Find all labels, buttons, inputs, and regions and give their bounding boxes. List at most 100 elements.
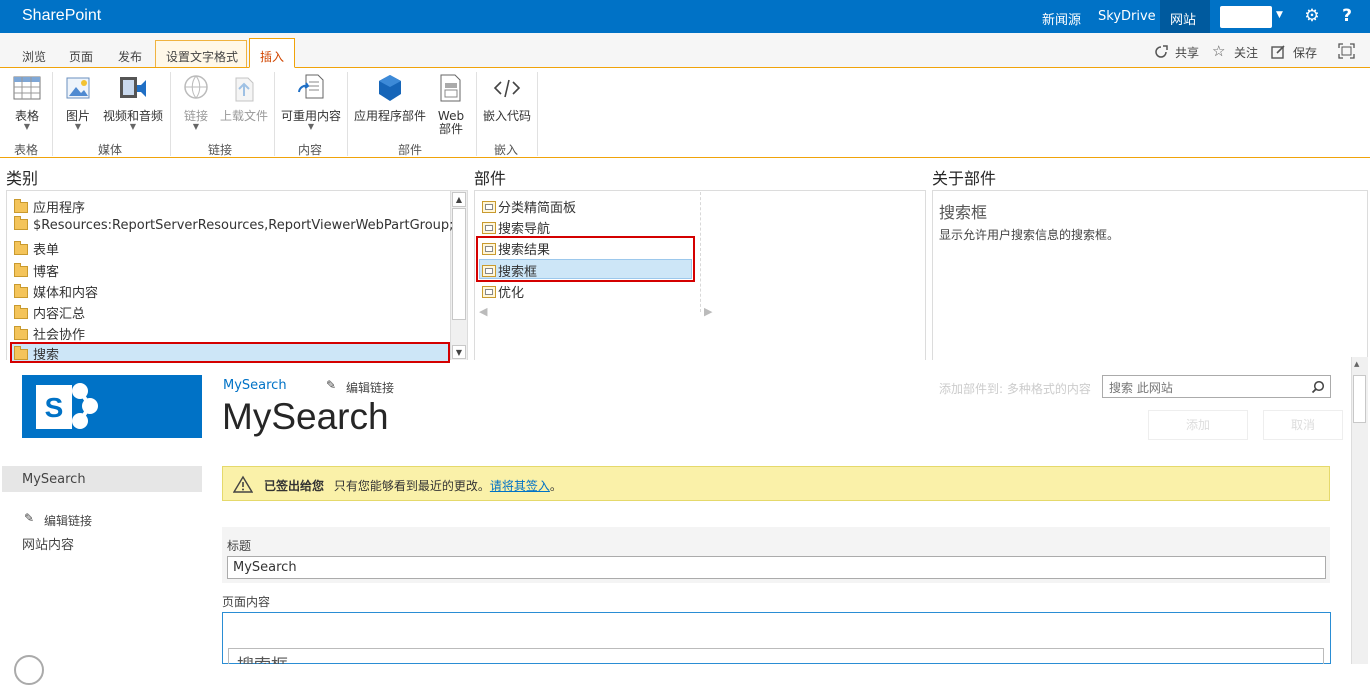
part-item[interactable]: 优化 (482, 282, 524, 302)
folder-icon (14, 241, 28, 255)
focus-content-icon[interactable] (1338, 43, 1355, 59)
folder-icon (14, 284, 28, 298)
ribbon-group-divider (347, 72, 348, 156)
upload-file-label: 上载文件 (219, 109, 268, 123)
title-input-value: MySearch (233, 560, 297, 575)
pencil-icon: ✎ (326, 378, 337, 392)
settings-gear-icon[interactable]: ⚙ (1302, 6, 1322, 26)
cancel-button[interactable]: 取消 (1263, 410, 1343, 440)
insert-video-audio-button[interactable]: 视频和音频 ▼ (101, 72, 165, 131)
help-icon[interactable]: ? (1337, 6, 1357, 26)
embed-code-button[interactable]: 嵌入代码 (480, 72, 534, 123)
insert-link-button[interactable]: 链接 ▼ (176, 72, 216, 131)
checkout-status-text: 已签出给您 只有您能够看到最近的更改。请将其签入。 (264, 477, 562, 494)
web-part-button[interactable]: Web 部件 (431, 72, 471, 135)
category-item[interactable]: 社会协作 (14, 324, 85, 344)
category-item[interactable]: 内容汇总 (14, 303, 85, 323)
save-button[interactable]: 保存 (1293, 44, 1317, 61)
tab-browse[interactable]: 浏览 (22, 48, 46, 65)
sharepoint-logo-icon: S (36, 383, 98, 429)
picture-icon (66, 77, 90, 99)
category-item[interactable]: 表单 (14, 239, 59, 259)
category-item[interactable]: 应用程序 (14, 197, 85, 217)
insert-picture-button[interactable]: 图片 ▼ (58, 72, 98, 131)
chevron-down-icon: ▼ (74, 122, 82, 131)
part-item[interactable]: 搜索导航 (482, 218, 550, 238)
reusable-content-button[interactable]: 可重用内容 ▼ (278, 72, 344, 131)
tab-insert[interactable]: 插入 (260, 48, 284, 65)
site-search-box[interactable] (1102, 375, 1331, 398)
edit-links-top[interactable]: 编辑链接 (346, 379, 394, 396)
suite-link-newsfeed[interactable]: 新闻源 (1042, 9, 1081, 28)
accessibility-icon (14, 655, 44, 685)
scroll-down-arrow-icon[interactable]: ▼ (452, 345, 466, 359)
page-scroll-thumb[interactable] (1353, 375, 1366, 423)
tab-format-text[interactable]: 设置文字格式 (166, 48, 238, 65)
embed-code-label: 嵌入代码 (482, 109, 531, 123)
site-search-input[interactable] (1107, 377, 1311, 398)
left-nav-edit-links[interactable]: 编辑链接 (44, 512, 92, 529)
upload-icon (235, 77, 254, 102)
user-menu[interactable] (1220, 6, 1272, 28)
group-label-media: 媒体 (97, 143, 122, 157)
chevron-down-icon: ▼ (307, 122, 315, 131)
embed-code-icon (493, 79, 521, 98)
page-scroll-up-icon[interactable]: ▲ (1354, 360, 1359, 368)
about-part-description: 显示允许用户搜索信息的搜索框。 (939, 228, 1120, 242)
about-part-heading: 关于部件 (932, 169, 997, 188)
suite-link-sites[interactable]: 网站 (1170, 9, 1196, 28)
web-part-icon (482, 201, 496, 213)
part-item[interactable]: 分类精简面板 (482, 197, 576, 217)
page-right-arrow-icon[interactable]: ▶ (704, 305, 712, 318)
follow-star-icon[interactable]: ☆ (1212, 42, 1225, 60)
categories-scroll-thumb[interactable] (452, 208, 466, 320)
category-item[interactable]: 博客 (14, 261, 59, 281)
category-label: 社会协作 (33, 328, 86, 343)
ribbon-group-divider (476, 72, 477, 156)
title-input[interactable]: MySearch (227, 556, 1326, 579)
add-button[interactable]: 添加 (1148, 410, 1248, 440)
chevron-down-icon: ▼ (129, 122, 137, 131)
video-audio-icon (120, 77, 146, 98)
category-label: 内容汇总 (33, 307, 86, 322)
save-icon[interactable] (1271, 44, 1286, 59)
tab-page[interactable]: 页面 (69, 48, 93, 65)
folder-icon (14, 263, 28, 277)
web-part-title: 搜索框 (237, 651, 288, 664)
left-nav-item-mysearch[interactable]: MySearch (22, 472, 86, 487)
scroll-up-arrow-icon[interactable]: ▲ (452, 192, 466, 207)
upload-file-button[interactable]: 上载文件 (218, 72, 270, 123)
checkout-status-message: 只有您能够看到最近的更改。 (333, 479, 490, 493)
add-part-to-label: 添加部件到: 多种格式的内容 (939, 382, 1091, 396)
web-part-label-line2: 部件 (438, 122, 463, 136)
about-part-panel (932, 190, 1368, 360)
group-label-content: 内容 (297, 143, 322, 157)
search-box-web-part[interactable]: 搜索框 (228, 648, 1324, 664)
tab-publish[interactable]: 发布 (118, 48, 142, 65)
category-label: 应用程序 (33, 201, 86, 216)
suite-link-skydrive[interactable]: SkyDrive (1098, 9, 1156, 24)
page-left-arrow-icon[interactable]: ◀ (479, 305, 487, 318)
follow-button[interactable]: 关注 (1234, 44, 1258, 61)
folder-icon (14, 216, 28, 230)
app-part-button[interactable]: 应用程序部件 (352, 72, 428, 123)
brand-logo[interactable]: SharePoint (22, 7, 101, 25)
left-nav-site-contents[interactable]: 网站内容 (22, 534, 74, 553)
search-icon[interactable] (1311, 380, 1325, 394)
category-label: 表单 (33, 243, 60, 258)
site-logo[interactable]: S (22, 375, 202, 438)
part-label: 优化 (498, 286, 525, 301)
reusable-content-icon (298, 74, 324, 99)
parts-column-divider (700, 192, 701, 312)
page-title: MySearch (222, 396, 389, 437)
breadcrumb-site[interactable]: MySearch (223, 378, 287, 393)
share-icon[interactable] (1154, 45, 1168, 59)
category-item[interactable]: 媒体和内容 (14, 282, 98, 302)
check-in-link[interactable]: 请将其签入 (490, 479, 550, 493)
globe-link-icon (184, 75, 208, 99)
insert-table-button[interactable]: 表格 ▼ (6, 72, 48, 131)
user-menu-caret-icon[interactable]: ▼ (1276, 10, 1283, 20)
group-label-table: 表格 (13, 143, 38, 157)
category-item[interactable]: $Resources:ReportServerResources,ReportV… (14, 216, 454, 238)
share-button[interactable]: 共享 (1175, 44, 1199, 61)
